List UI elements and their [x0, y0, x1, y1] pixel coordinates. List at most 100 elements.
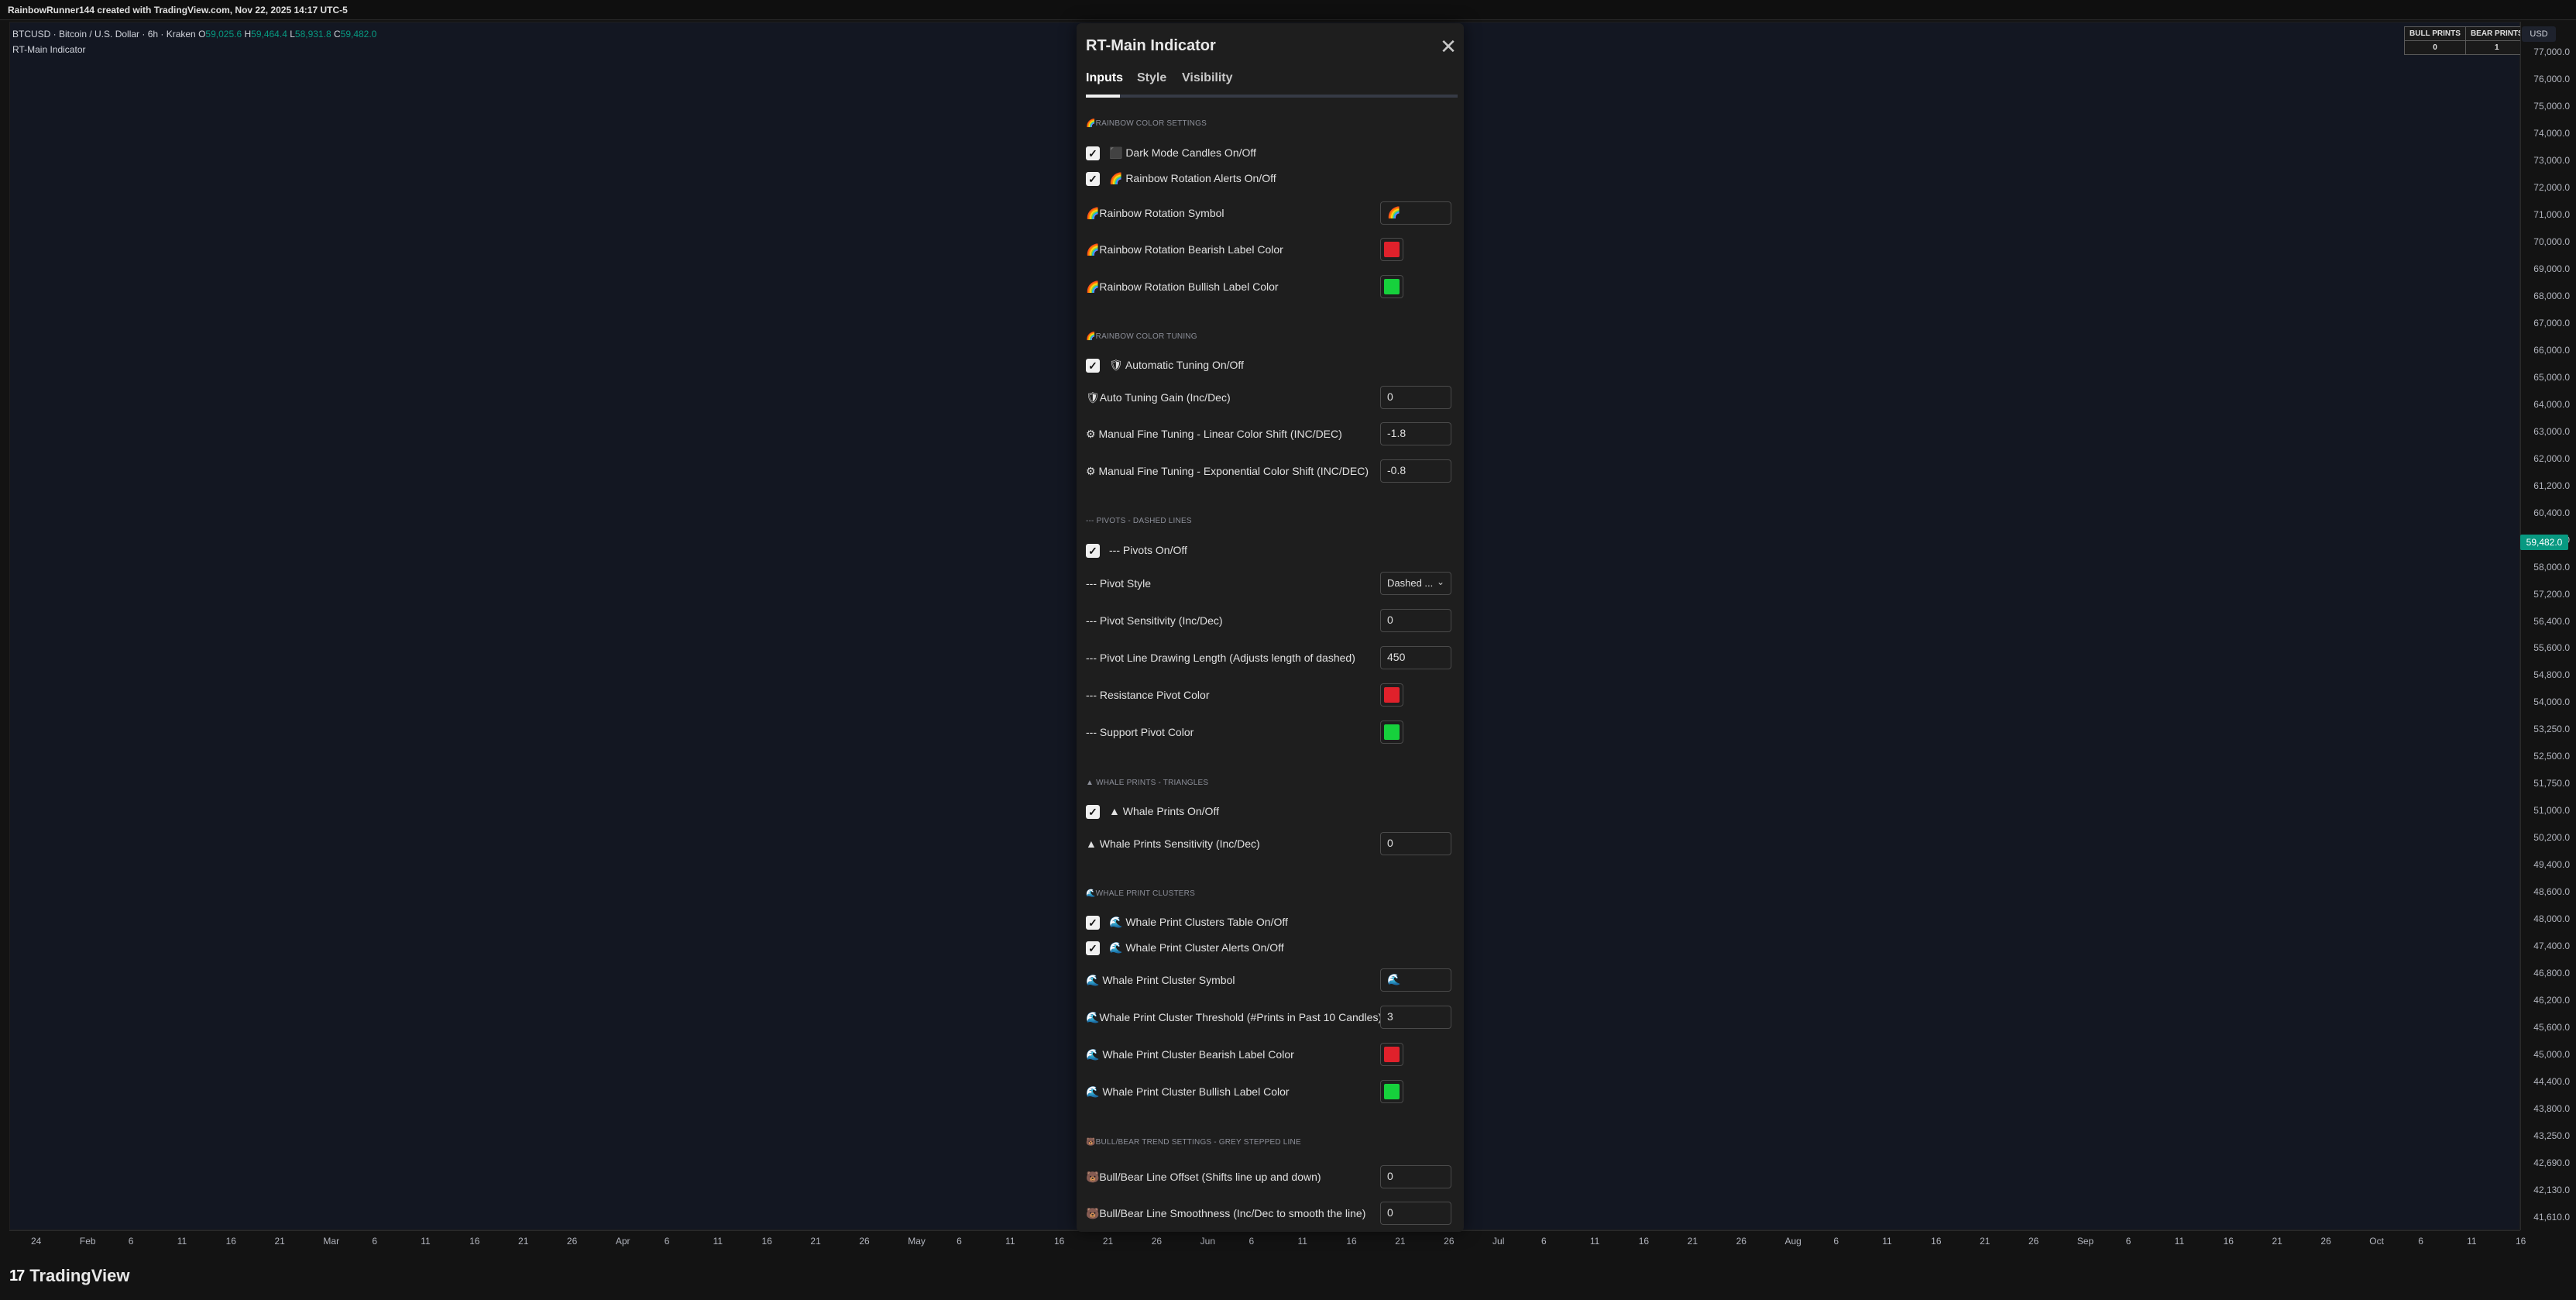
- price-tick: 68,000.0: [2533, 290, 2570, 301]
- cluster-bullish-color-swatch[interactable]: [1380, 1080, 1403, 1103]
- indicator-settings-dialog: RT-Main Indicator ✕ Inputs Style Visibil…: [1077, 23, 1464, 1232]
- rainbow-alerts-row: ✓ 🌈 Rainbow Rotation Alerts On/Off: [1086, 172, 1455, 189]
- price-tick: 61,200.0: [2533, 480, 2570, 491]
- price-tick: 60,400.0: [2533, 507, 2570, 518]
- low-label: L: [290, 29, 295, 40]
- bb-smooth-label: 🐻Bull/Bear Line Smoothness (Inc/Dec to s…: [1086, 1207, 1366, 1219]
- auto-tuning-row: ✓ 🛡 Automatic Tuning On/Off: [1086, 359, 1455, 376]
- cluster-threshold-label: 🌊Whale Print Cluster Threshold (#Prints …: [1086, 1011, 1382, 1023]
- time-tick: 11: [2467, 1236, 2477, 1247]
- prints-table: BULL PRINTS BEAR PRINTS 0 1: [2404, 26, 2529, 55]
- auto-gain-input[interactable]: 0: [1380, 386, 1451, 409]
- price-tick: 69,000.0: [2533, 263, 2570, 274]
- price-tick: 44,400.0: [2533, 1076, 2570, 1088]
- price-tick: 41,610.0: [2533, 1212, 2570, 1223]
- auto-tuning-checkbox[interactable]: ✓: [1086, 359, 1100, 373]
- pivot-sens-label: --- Pivot Sensitivity (Inc/Dec): [1086, 614, 1223, 627]
- red-swatch-fill: [1384, 1047, 1400, 1062]
- cluster-alerts-checkbox[interactable]: ✓: [1086, 941, 1100, 955]
- cluster-table-label: 🌊 Whale Print Clusters Table On/Off: [1109, 916, 1288, 928]
- time-axis[interactable]: 24 Feb 6 11 16 21 Mar 6 11 16 21 26 Apr 6 11 16 21 26 May 6…: [9, 1230, 2526, 1250]
- exp-shift-input[interactable]: -0.8: [1380, 459, 1451, 483]
- time-tick: 26: [2028, 1236, 2039, 1247]
- red-swatch-fill: [1384, 242, 1400, 257]
- linear-shift-input[interactable]: -1.8: [1380, 422, 1451, 445]
- cluster-threshold-input[interactable]: 3: [1380, 1006, 1451, 1029]
- whale-onoff-label: ▲ Whale Prints On/Off: [1109, 805, 1219, 817]
- time-tick: 16: [1346, 1236, 1357, 1247]
- red-swatch-fill: [1384, 687, 1400, 703]
- price-tick: 50,200.0: [2533, 832, 2570, 844]
- time-tick: 6: [664, 1236, 670, 1247]
- time-tick: Jun: [1200, 1236, 1215, 1247]
- resistance-color-swatch[interactable]: [1380, 683, 1403, 707]
- cluster-symbol-input[interactable]: 🌊: [1380, 968, 1451, 992]
- cluster-alerts-row: ✓ 🌊 Whale Print Cluster Alerts On/Off: [1086, 941, 1455, 958]
- time-tick: 21: [518, 1236, 529, 1247]
- auto-tuning-label: 🛡 Automatic Tuning On/Off: [1109, 359, 1244, 371]
- whale-prints-checkbox[interactable]: ✓: [1086, 805, 1100, 819]
- whale-sens-input[interactable]: 0: [1380, 832, 1451, 855]
- bull-prints-header: BULL PRINTS: [2404, 26, 2466, 41]
- pivot-style-select[interactable]: Dashed ... ⌄: [1380, 572, 1451, 595]
- time-tick: 6: [1249, 1236, 1255, 1247]
- chart-legend: BTCUSD · Bitcoin / U.S. Dollar · 6h · Kr…: [12, 26, 376, 57]
- price-tick: 56,400.0: [2533, 615, 2570, 627]
- active-tab-indicator: [1086, 95, 1120, 98]
- time-tick: 26: [566, 1236, 578, 1247]
- rainbow-bullish-label: 🌈Rainbow Rotation Bullish Label Color: [1086, 280, 1279, 293]
- cluster-symbol-label: 🌊 Whale Print Cluster Symbol: [1086, 974, 1235, 986]
- price-tick: 53,250.0: [2533, 724, 2570, 735]
- time-tick: 11: [177, 1236, 187, 1247]
- cluster-bearish-row: 🌊 Whale Print Cluster Bearish Label Colo…: [1086, 1043, 1455, 1066]
- tab-inputs[interactable]: Inputs: [1086, 71, 1123, 85]
- time-tick: 21: [1687, 1236, 1698, 1247]
- pivots-checkbox[interactable]: ✓: [1086, 544, 1100, 558]
- high-label: H: [244, 29, 252, 40]
- rainbow-symbol-input[interactable]: 🌈: [1380, 201, 1451, 225]
- resistance-color-label: --- Resistance Pivot Color: [1086, 689, 1210, 701]
- cluster-alerts-label: 🌊 Whale Print Cluster Alerts On/Off: [1109, 941, 1284, 954]
- pivot-length-input[interactable]: 450: [1380, 646, 1451, 669]
- cluster-bearish-color-swatch[interactable]: [1380, 1043, 1403, 1066]
- time-tick: Feb: [79, 1236, 96, 1247]
- time-tick: 21: [2272, 1236, 2282, 1247]
- bb-smooth-input[interactable]: 0: [1380, 1202, 1451, 1225]
- price-axis[interactable]: 77,000.0 76,000.0 75,000.0 74,000.0 73,000.0…: [2520, 22, 2576, 1230]
- pivot-sens-row: --- Pivot Sensitivity (Inc/Dec) 0: [1086, 609, 1455, 632]
- close-value: 59,482.0: [340, 29, 377, 40]
- pivot-style-label: --- Pivot Style: [1086, 577, 1152, 590]
- price-tick: 67,000.0: [2533, 317, 2570, 328]
- time-tick: 11: [421, 1236, 431, 1247]
- support-color-swatch[interactable]: [1380, 721, 1403, 744]
- indicator-name[interactable]: RT-Main Indicator: [12, 42, 376, 57]
- price-tick: 63,000.0: [2533, 425, 2570, 437]
- exp-shift-row: ⚙ Manual Fine Tuning - Exponential Color…: [1086, 459, 1455, 483]
- time-tick: May: [908, 1236, 926, 1247]
- pivot-length-label: --- Pivot Line Drawing Length (Adjusts l…: [1086, 652, 1355, 664]
- price-tick: 45,600.0: [2533, 1022, 2570, 1033]
- time-tick: 6: [128, 1236, 134, 1247]
- tab-style[interactable]: Style: [1137, 71, 1166, 85]
- open-value: 59,025.6: [205, 29, 242, 40]
- rainbow-alerts-checkbox[interactable]: ✓: [1086, 172, 1100, 186]
- time-tick: 26: [859, 1236, 870, 1247]
- currency-tag[interactable]: USD: [2522, 26, 2556, 42]
- rainbow-bearish-color-swatch[interactable]: [1380, 238, 1403, 261]
- pivot-sens-input[interactable]: 0: [1380, 609, 1451, 632]
- time-tick: 21: [1395, 1236, 1406, 1247]
- close-icon[interactable]: ✕: [1437, 36, 1459, 57]
- time-tick: 26: [1736, 1236, 1747, 1247]
- cluster-table-checkbox[interactable]: ✓: [1086, 916, 1100, 930]
- price-tick: 64,000.0: [2533, 398, 2570, 410]
- green-swatch-fill: [1384, 1084, 1400, 1099]
- rainbow-symbol-row: 🌈Rainbow Rotation Symbol 🌈: [1086, 201, 1455, 225]
- price-tick: 62,000.0: [2533, 452, 2570, 464]
- bb-offset-input[interactable]: 0: [1380, 1165, 1451, 1188]
- tab-visibility[interactable]: Visibility: [1182, 71, 1233, 85]
- tradingview-brand: TradingView: [29, 1266, 130, 1285]
- rainbow-symbol-label: 🌈Rainbow Rotation Symbol: [1086, 207, 1224, 219]
- time-tick: 11: [1005, 1236, 1015, 1247]
- dark-mode-checkbox[interactable]: ✓: [1086, 146, 1100, 160]
- rainbow-bullish-color-swatch[interactable]: [1380, 275, 1403, 298]
